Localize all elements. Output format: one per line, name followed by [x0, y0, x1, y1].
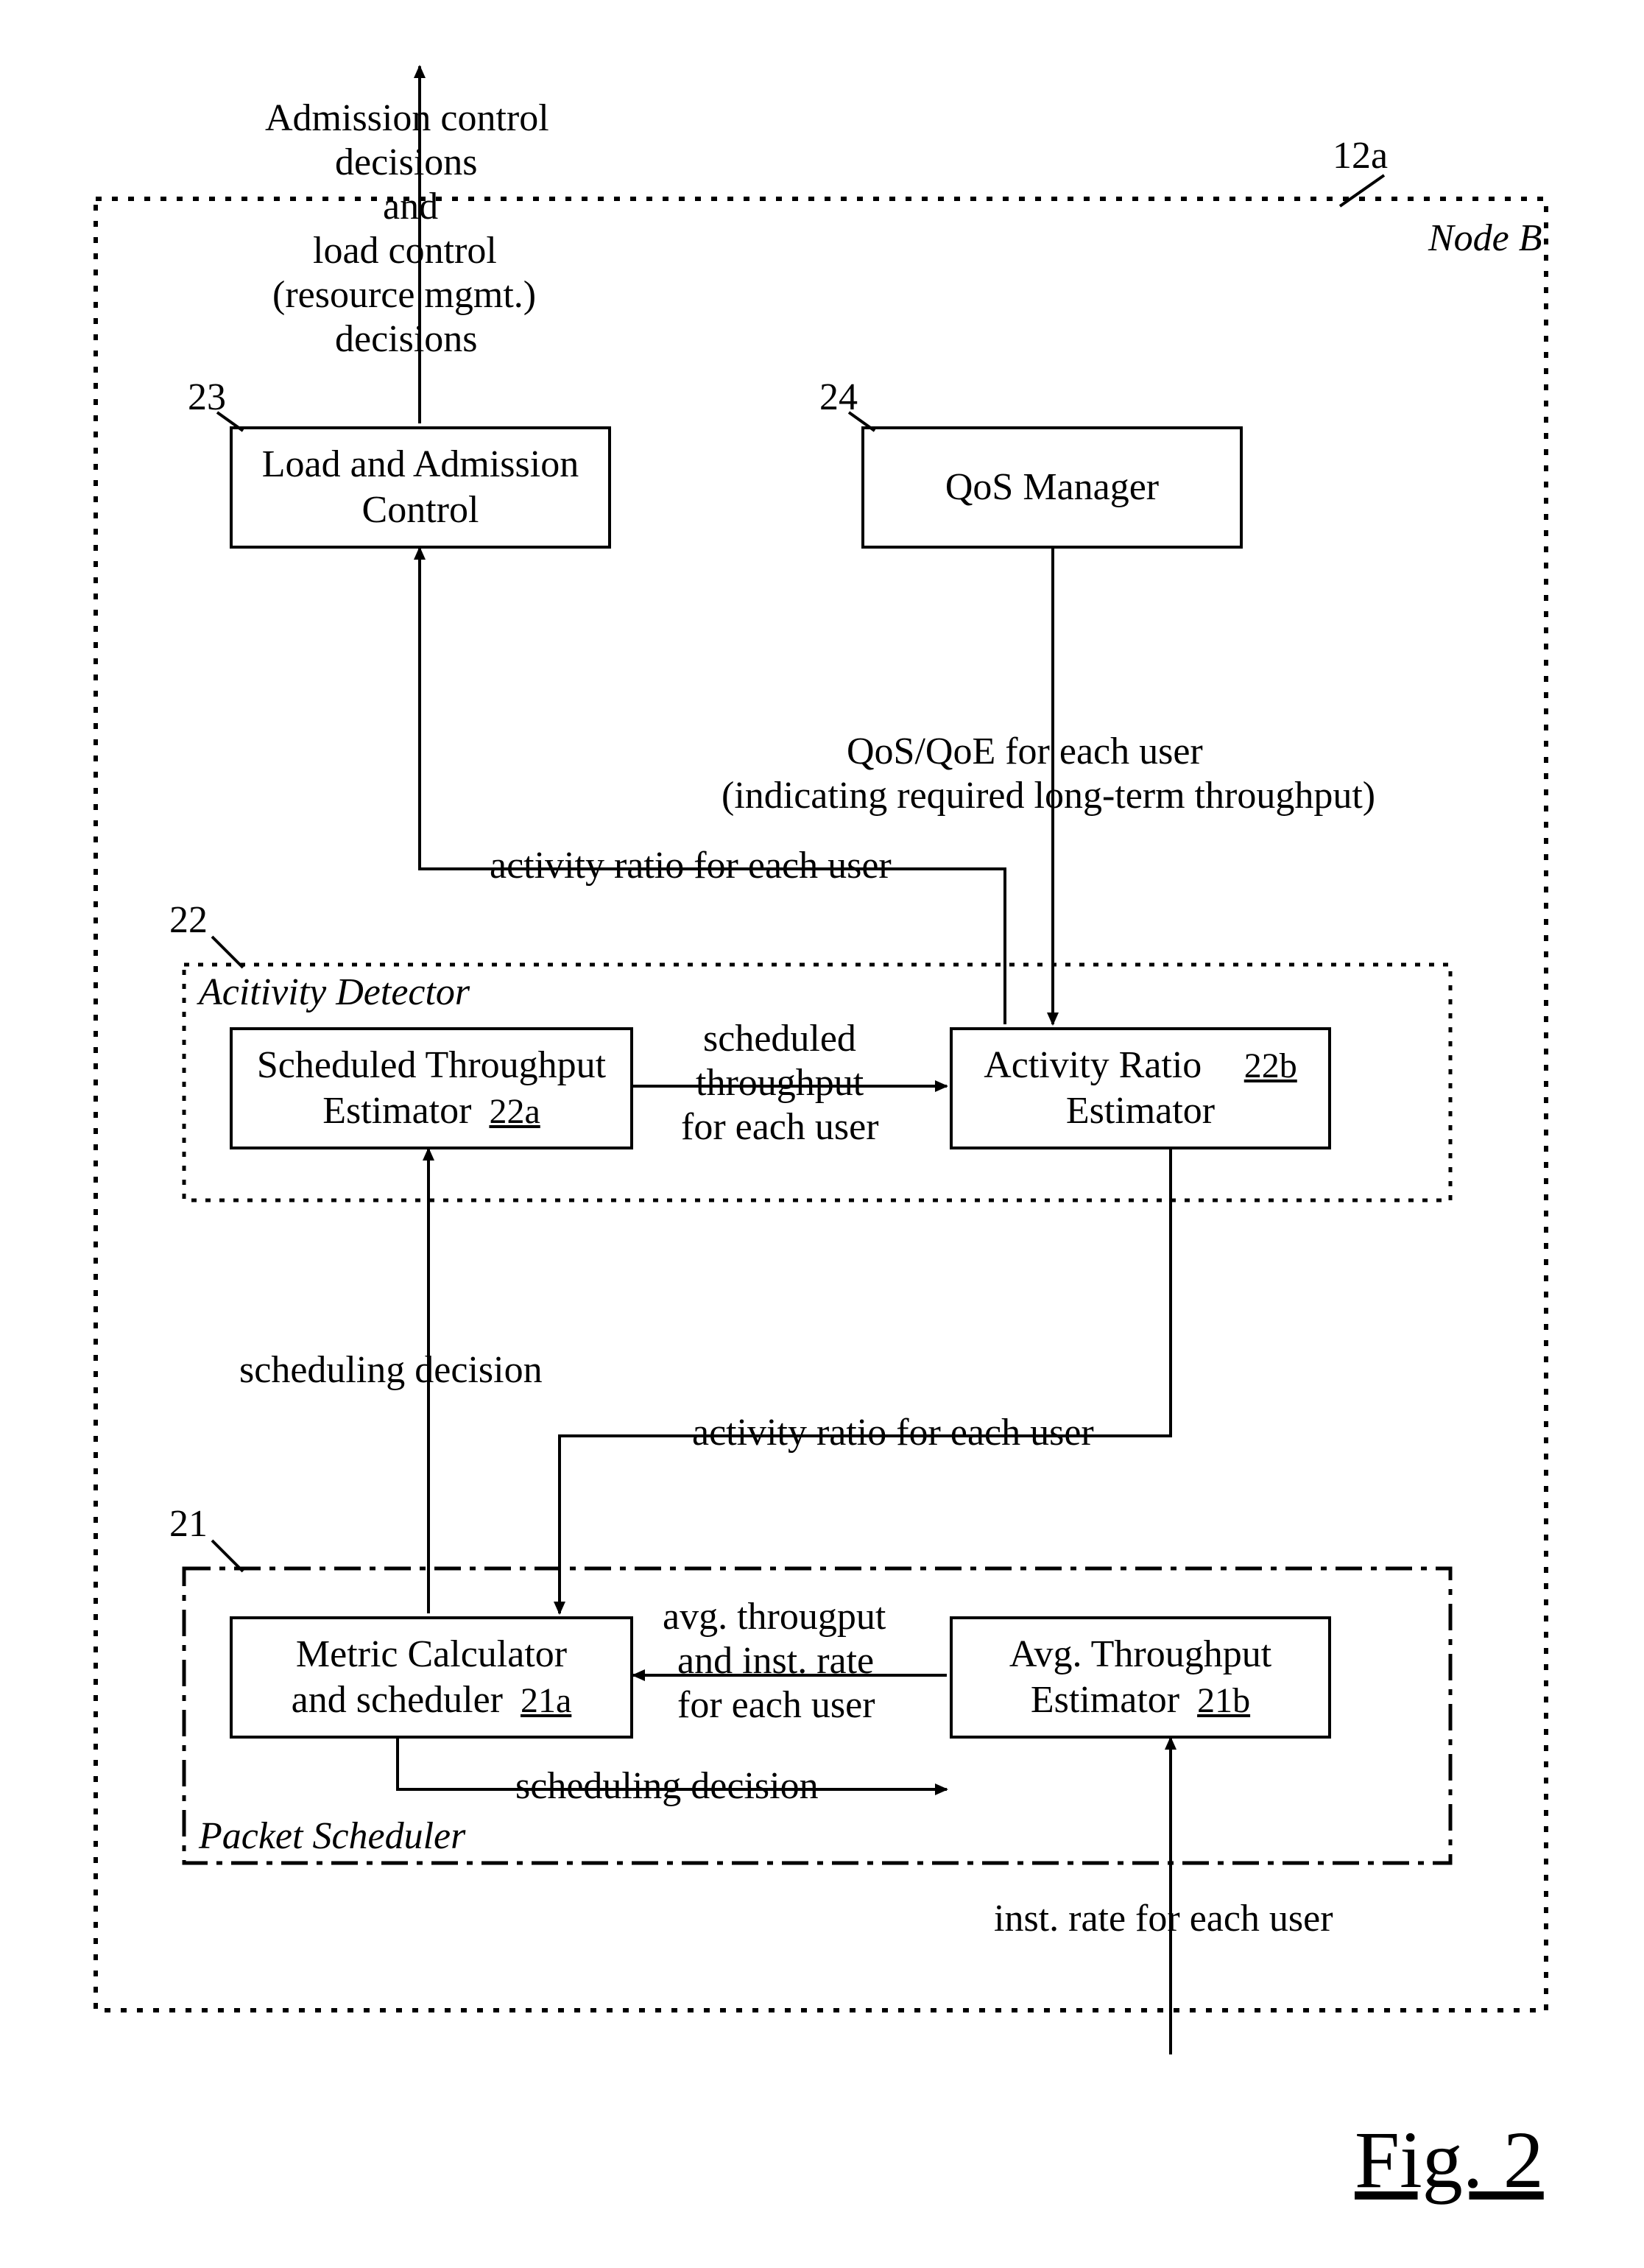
act-ratio-est-line1: Activity Ratio [984, 1043, 1202, 1088]
avg-throughput-estimator-box: Avg. Throughput Estimator 21b [950, 1616, 1331, 1739]
avg-inst-l1: avg. througput [663, 1594, 886, 1640]
metric-calc-line2: and scheduler [292, 1677, 503, 1723]
avg-tp-est-line2: Estimator [1031, 1677, 1179, 1723]
qos-manager-box: QoS Manager [861, 426, 1243, 549]
load-admission-line2: Control [362, 487, 479, 533]
activity-ratio-down-label: activity ratio for each user [692, 1410, 1094, 1456]
metric-calc-ref: 21a [521, 1680, 571, 1722]
avg-inst-l3: for each user [677, 1683, 875, 1728]
activity-detector-ref: 22 [169, 898, 208, 942]
avg-inst-l2: and inst. rate [677, 1638, 874, 1684]
admission-out-l5: (resource mgmt.) [272, 272, 536, 318]
sched-tp-est-line2: Estimator [322, 1088, 471, 1134]
load-admission-line1: Load and Admission [262, 442, 579, 487]
sched-decision-right-label: scheduling decision [515, 1764, 819, 1809]
figure-caption: Fig. 2 [1355, 2113, 1544, 2207]
packet-scheduler-label: Packet Scheduler [199, 1814, 465, 1858]
sched-tp-est-line1: Scheduled Throughput [257, 1043, 606, 1088]
load-admission-ref: 23 [188, 376, 226, 419]
scheduled-throughput-estimator-box: Scheduled Throughput Estimator 22a [230, 1027, 633, 1149]
sched-throughput-l3: for each user [681, 1105, 879, 1150]
avg-tp-est-ref: 21b [1197, 1680, 1250, 1722]
qos-qoe-l2: (indicating required long-term throughpu… [722, 773, 1375, 819]
metric-calc-line1: Metric Calculator [296, 1632, 567, 1677]
sched-throughput-l1: scheduled [703, 1016, 856, 1062]
activity-ratio-up-label: activity ratio for each user [490, 843, 892, 889]
admission-out-l6: decisions [335, 317, 478, 362]
activity-ratio-estimator-box: Activity Ratio 22b Estimator [950, 1027, 1331, 1149]
admission-out-l3: and [383, 184, 438, 230]
activity-detector-label: Acitivity Detector [199, 971, 470, 1014]
sched-throughput-l2: throughput [696, 1060, 864, 1106]
act-ratio-est-ref: 22b [1244, 1045, 1297, 1088]
sched-tp-est-ref: 22a [489, 1091, 540, 1133]
admission-out-l4: load control [313, 228, 497, 274]
load-admission-control-box: Load and Admission Control [230, 426, 611, 549]
avg-tp-est-line1: Avg. Throughput [1009, 1632, 1271, 1677]
node-b-label: Node B [1428, 216, 1542, 260]
qos-qoe-l1: QoS/QoE for each user [847, 729, 1203, 775]
admission-out-l1: Admission control [265, 96, 549, 141]
sched-decision-up-label: scheduling decision [239, 1348, 543, 1393]
packet-scheduler-ref: 21 [169, 1502, 208, 1546]
metric-calculator-scheduler-box: Metric Calculator and scheduler 21a [230, 1616, 633, 1739]
node-b-ref: 12a [1333, 134, 1388, 177]
act-ratio-est-line2: Estimator [1066, 1088, 1215, 1134]
inst-rate-label: inst. rate for each user [994, 1896, 1333, 1942]
qos-manager-label: QoS Manager [945, 465, 1159, 510]
diagram-canvas: Node B 12a Acitivity Detector 22 Packet … [0, 0, 1644, 2268]
admission-out-l2: decisions [335, 140, 478, 186]
qos-manager-ref: 24 [819, 376, 858, 419]
